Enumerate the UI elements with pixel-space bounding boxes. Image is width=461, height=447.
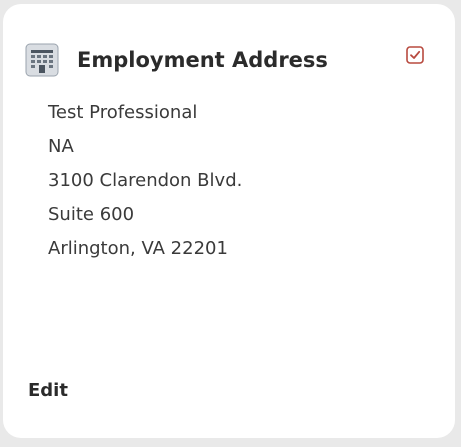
address-line-city: Arlington, VA 22201 xyxy=(48,238,228,259)
address-lines: Test Professional NA 3100 Clarendon Blvd… xyxy=(48,96,242,266)
card-title: Employment Address xyxy=(77,48,328,72)
card-header: Employment Address xyxy=(25,40,328,80)
address-line-name: Test Professional xyxy=(48,102,198,123)
address-line-street: 3100 Clarendon Blvd. xyxy=(48,170,243,191)
address-line-suite: Suite 600 xyxy=(48,204,135,225)
edit-link[interactable]: Edit xyxy=(28,380,68,401)
building-icon xyxy=(25,43,59,77)
address-line-company: NA xyxy=(48,136,74,157)
employment-address-card: Employment Address Test Professional NA … xyxy=(3,4,455,438)
checkbox-checked-icon[interactable] xyxy=(406,46,424,64)
